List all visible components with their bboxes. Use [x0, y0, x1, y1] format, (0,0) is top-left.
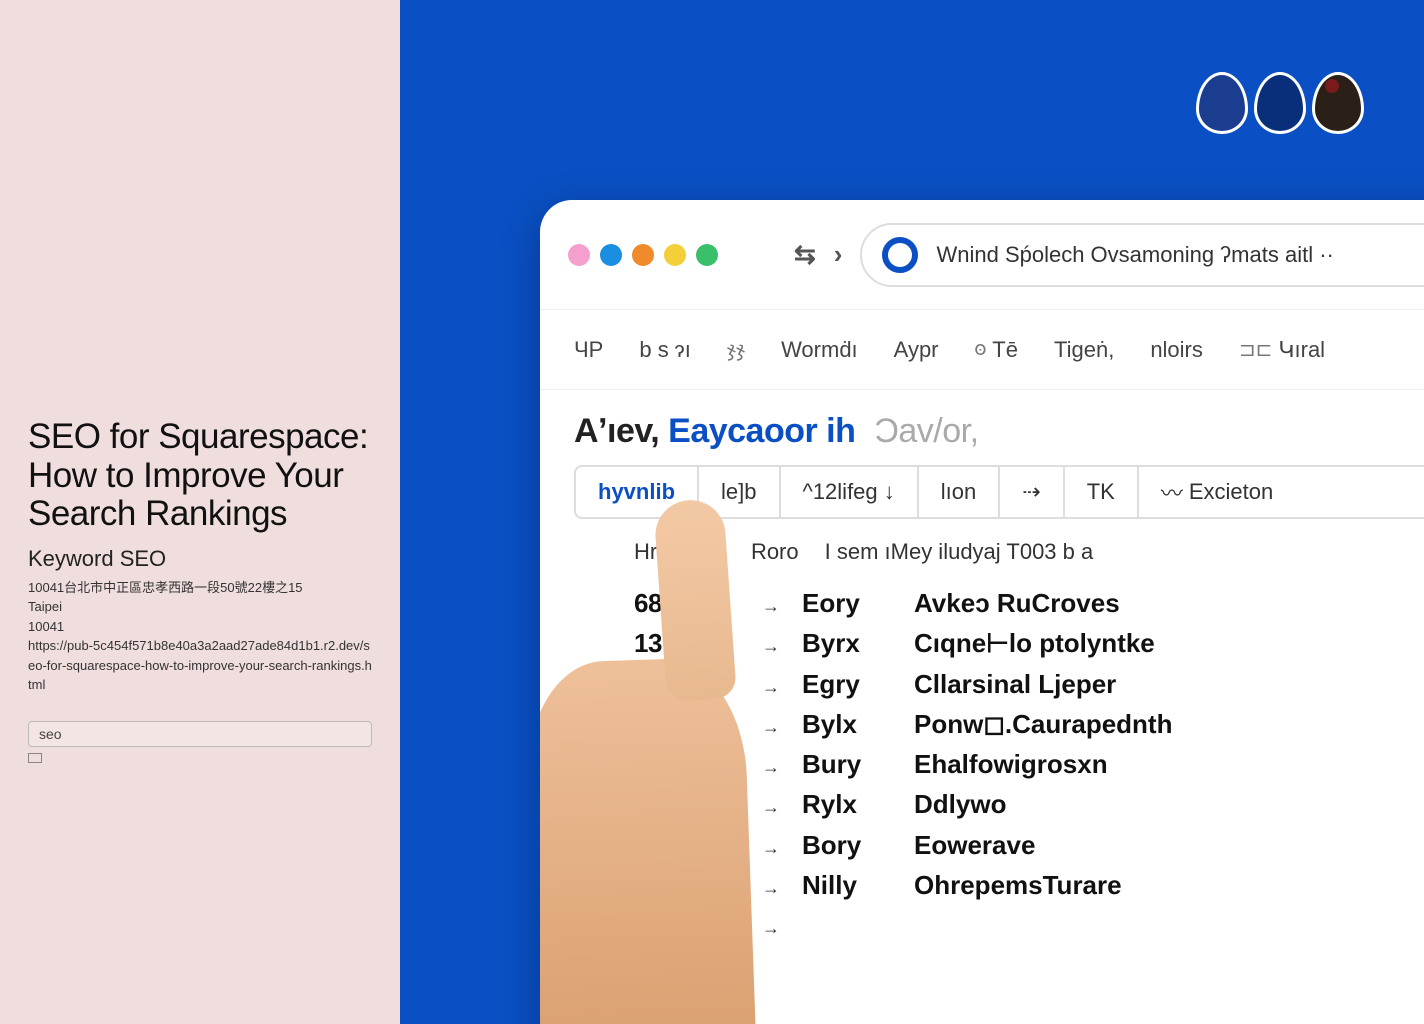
- site-ring-icon: [882, 237, 918, 273]
- page-title: SEO for Squarespace: How to Improve Your…: [28, 418, 372, 534]
- trend-icon: →: [762, 714, 780, 742]
- filter-button[interactable]: ^12lifeg ↓: [781, 467, 919, 517]
- window-dot-icon[interactable]: [632, 244, 654, 266]
- filter-button[interactable]: lıon: [919, 467, 1000, 517]
- browser-window: ⇆ › Wnind Sṕolech Ovsamoning ʔmats aitl …: [540, 200, 1424, 1024]
- browser-chrome: ⇆ › Wnind Sṕolech Ovsamoning ʔmats aitl …: [540, 200, 1424, 310]
- wave-icon: 〰: [1161, 476, 1183, 508]
- reload-icon[interactable]: ⇆: [794, 239, 816, 270]
- filter-toolbar: hyvnlib le]b ^12lifeg ↓ lıon ⇢ TK 〰Excie…: [574, 465, 1424, 519]
- trend-icon: →: [762, 633, 780, 661]
- trend-icon: →: [762, 674, 780, 702]
- tool-icon: 𐍈: [975, 338, 987, 361]
- city-line: Taipei: [28, 597, 372, 617]
- badge-icon: [28, 753, 42, 763]
- page-url: https://pub-5c454f571b8e40a3a2aad27ade84…: [28, 636, 372, 695]
- trend-icon: →: [762, 593, 780, 621]
- bracket-icon: ⊐⊏: [1239, 337, 1273, 362]
- address-line: 10041台北市中正區忠孝西路一段50號22樓之15: [28, 578, 372, 598]
- trend-icon: →: [762, 754, 780, 782]
- window-controls[interactable]: [568, 244, 718, 266]
- trend-icon: →: [762, 835, 780, 863]
- tab-item[interactable]: ЧР: [574, 337, 603, 363]
- logo-cluster: [1196, 72, 1364, 134]
- sub-filter[interactable]: Hry ounꓱ: [634, 539, 725, 565]
- tab-item[interactable]: 𐍈Tē: [975, 337, 1018, 363]
- sub-filter[interactable]: Roro: [751, 539, 799, 565]
- trend-icon: →: [762, 794, 780, 822]
- tab-strip: ЧР b s ɂı ჯჯ Wormḋı Aypr 𐍈Tē Tigeṅ, nloi…: [540, 310, 1424, 390]
- trend-icon: →: [762, 915, 780, 943]
- logo-blob-icon: [1196, 72, 1248, 134]
- filter-button[interactable]: hyvnlib: [576, 467, 699, 517]
- tab-item[interactable]: Tigeṅ,: [1054, 337, 1114, 363]
- filter-button[interactable]: ⇢: [1000, 467, 1064, 517]
- zip-line: 10041: [28, 617, 372, 637]
- hero-area: ⇆ › Wnind Sṕolech Ovsamoning ʔmats aitl …: [400, 0, 1424, 1024]
- window-dot-icon[interactable]: [664, 244, 686, 266]
- trend-icon: →: [762, 875, 780, 903]
- tag-badge[interactable]: seo: [28, 721, 372, 747]
- window-dot-icon[interactable]: [696, 244, 718, 266]
- tab-item[interactable]: ⊐⊏Կıral: [1239, 337, 1325, 363]
- logo-blob-icon: [1312, 72, 1364, 134]
- result-row[interactable]: 68 00K→EoryAvkeɔ RuCroves: [634, 583, 1424, 623]
- tab-item[interactable]: ჯჯ: [727, 337, 745, 362]
- result-row[interactable]: 32 00K→BuryEhalfowigrosxn: [634, 744, 1424, 784]
- result-row[interactable]: 8I 00K→EgryCllarsinal Ljeper: [634, 664, 1424, 704]
- filter-button[interactable]: TK: [1065, 467, 1139, 517]
- result-row[interactable]: 8F 00K→: [634, 905, 1424, 945]
- sub-filter-row: Hry ounꓱ Roro I sem ıMey iludyaj T003 b …: [574, 529, 1424, 583]
- logo-blob-icon: [1254, 72, 1306, 134]
- tab-item[interactable]: b s ɂı: [639, 337, 691, 363]
- address-bar[interactable]: Wnind Sṕolech Ovsamoning ʔmats aitl ··: [860, 223, 1424, 287]
- filter-button[interactable]: le]b: [699, 467, 780, 517]
- page-content: Aʼıev, Eaycaoor ih Ɔav/or, hyvnlib le]b …: [540, 390, 1424, 968]
- arrow-icon: ⇢: [1022, 479, 1040, 505]
- result-row[interactable]: 13 00K→ByrxCıqne⊢lo ptolyntke: [634, 623, 1424, 663]
- window-dot-icon[interactable]: [600, 244, 622, 266]
- window-dot-icon[interactable]: [568, 244, 590, 266]
- tab-item[interactable]: Aypr: [894, 337, 939, 363]
- result-row[interactable]: S0 00K→NillyOhrepemsTurare: [634, 865, 1424, 905]
- forward-icon[interactable]: ›: [834, 239, 843, 270]
- result-row[interactable]: 32 00K→BoryEowerave: [634, 825, 1424, 865]
- sub-filter: I sem ıMey iludyaj T003 b a: [825, 539, 1094, 565]
- filter-button[interactable]: 〰Excieton: [1139, 467, 1295, 517]
- address-text: Wnind Sṕolech Ovsamoning ʔmats aitl ··: [936, 242, 1333, 268]
- headline: Aʼıev, Eaycaoor ih Ɔav/or,: [574, 412, 1424, 451]
- tab-item[interactable]: nloirs: [1150, 337, 1203, 363]
- page-subtitle: Keyword SEO: [28, 546, 372, 572]
- sidebar: SEO for Squarespace: How to Improve Your…: [0, 0, 400, 1024]
- tab-item[interactable]: Wormḋı: [781, 337, 858, 363]
- results-list: 68 00K→EoryAvkeɔ RuCroves 13 00K→ByrxCıq…: [574, 583, 1424, 946]
- result-row[interactable]: 80 00K→BylxPonw◻.Caurapednth: [634, 704, 1424, 744]
- squiggle-icon: ჯჯ: [727, 337, 745, 362]
- result-row[interactable]: 17 004→RylxDdlywo: [634, 784, 1424, 824]
